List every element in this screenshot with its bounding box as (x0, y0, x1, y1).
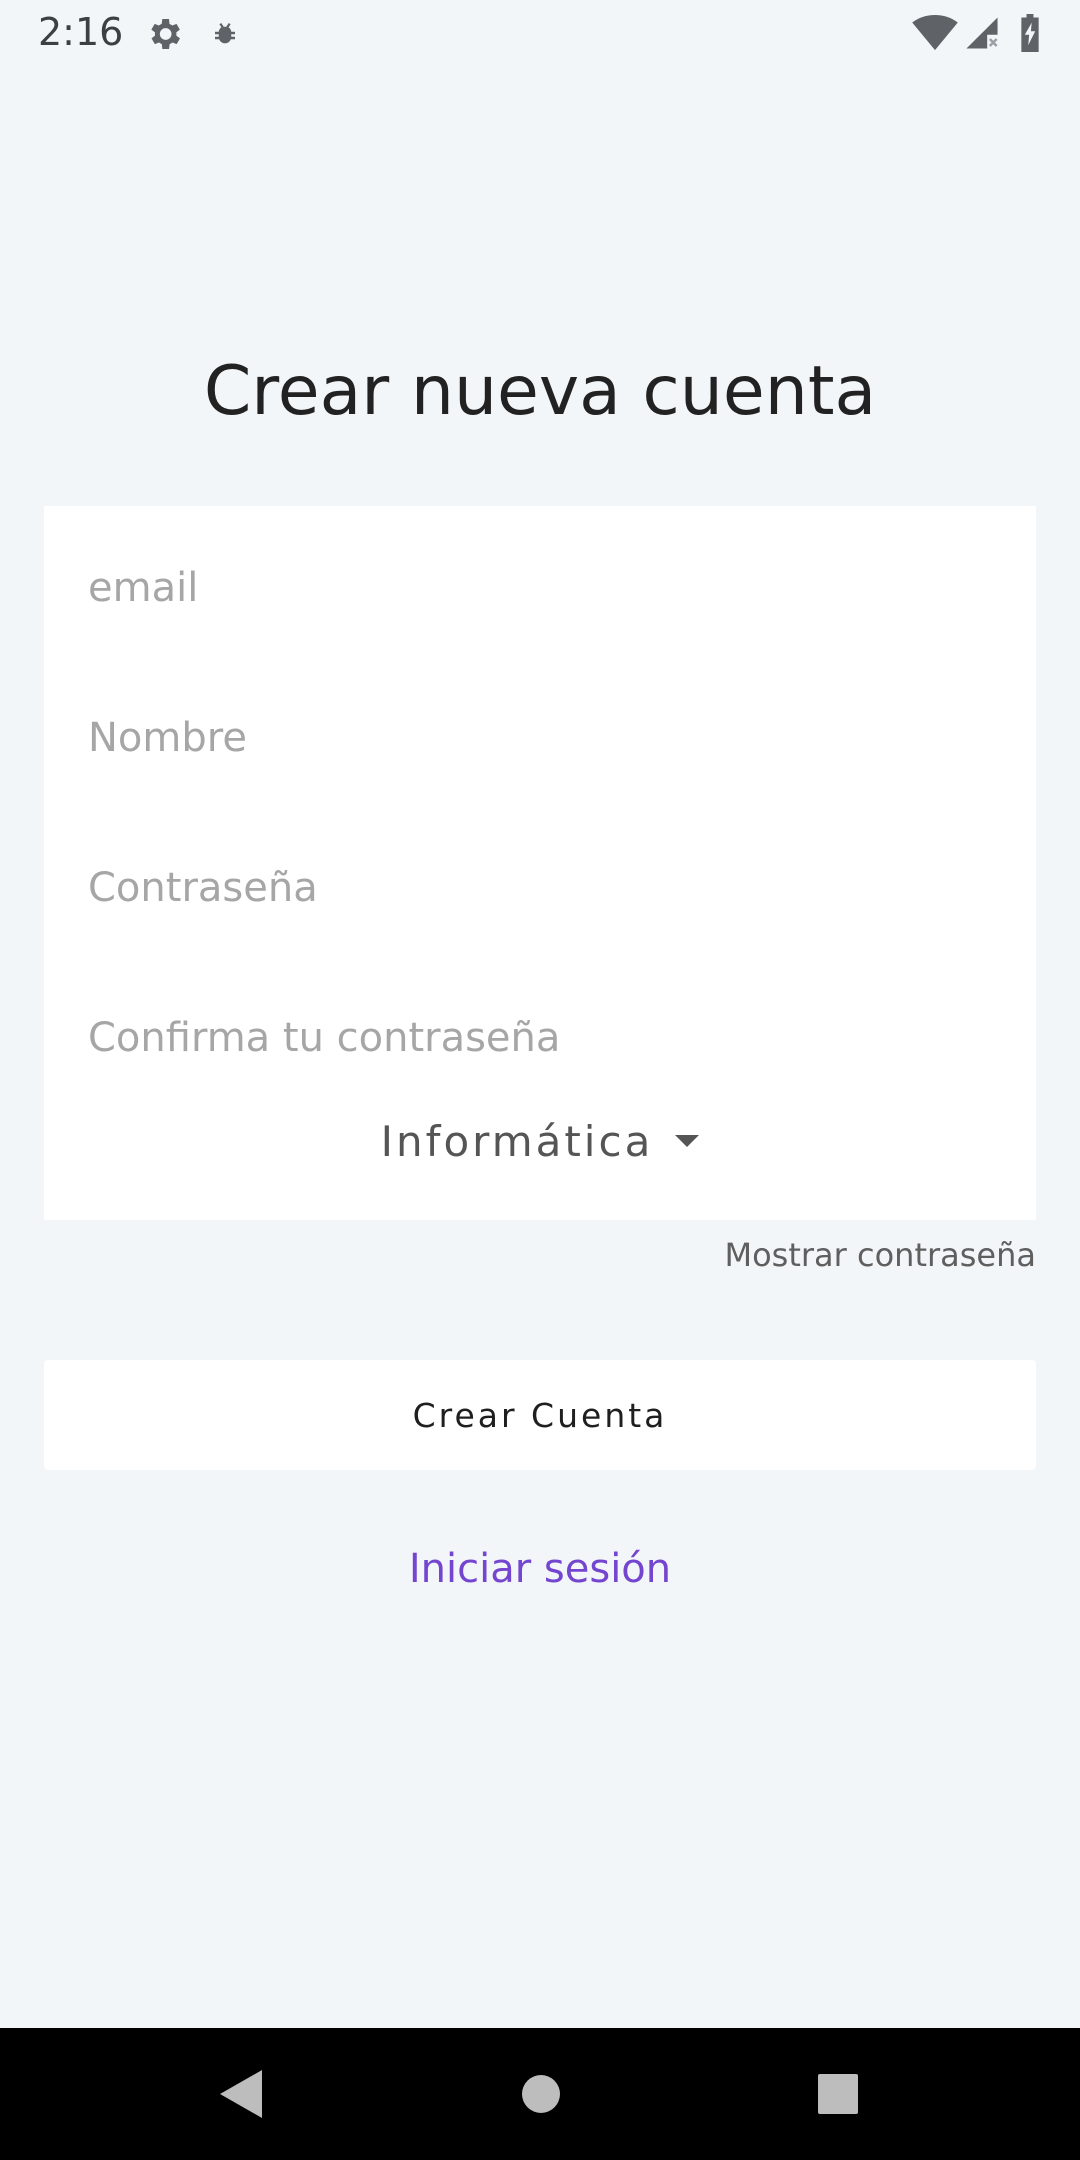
email-input[interactable] (86, 564, 990, 612)
password-input[interactable] (86, 864, 990, 912)
status-bar: 2:16 (0, 0, 1080, 66)
debug-icon (215, 23, 235, 44)
home-icon[interactable] (519, 2072, 563, 2116)
wifi-icon (912, 14, 958, 51)
signal-icon (966, 17, 998, 49)
navigation-bar (0, 2028, 1080, 2160)
caret-down-icon (675, 1135, 700, 1147)
password-field-row (44, 813, 1036, 963)
department-dropdown[interactable]: Informática (44, 1096, 1036, 1186)
status-time: 2:16 (38, 10, 124, 54)
page-title: Crear nueva cuenta (203, 352, 877, 431)
email-field-row (44, 513, 1036, 663)
recents-icon[interactable] (816, 2072, 860, 2116)
name-field-row (44, 663, 1036, 813)
show-password-toggle[interactable]: Mostrar contraseña (724, 1236, 1036, 1274)
create-account-button[interactable]: Crear Cuenta (44, 1360, 1036, 1470)
confirm-password-field-row (44, 963, 1036, 1113)
gear-icon (151, 19, 180, 49)
signup-form-card: Informática (44, 506, 1036, 1220)
department-selected-label: Informática (380, 1116, 654, 1166)
confirm-password-input[interactable] (86, 1014, 990, 1062)
back-icon[interactable] (218, 2068, 264, 2120)
name-input[interactable] (86, 714, 990, 762)
login-link[interactable]: Iniciar sesión (0, 1546, 1080, 1592)
battery-charging-icon (1021, 14, 1039, 52)
